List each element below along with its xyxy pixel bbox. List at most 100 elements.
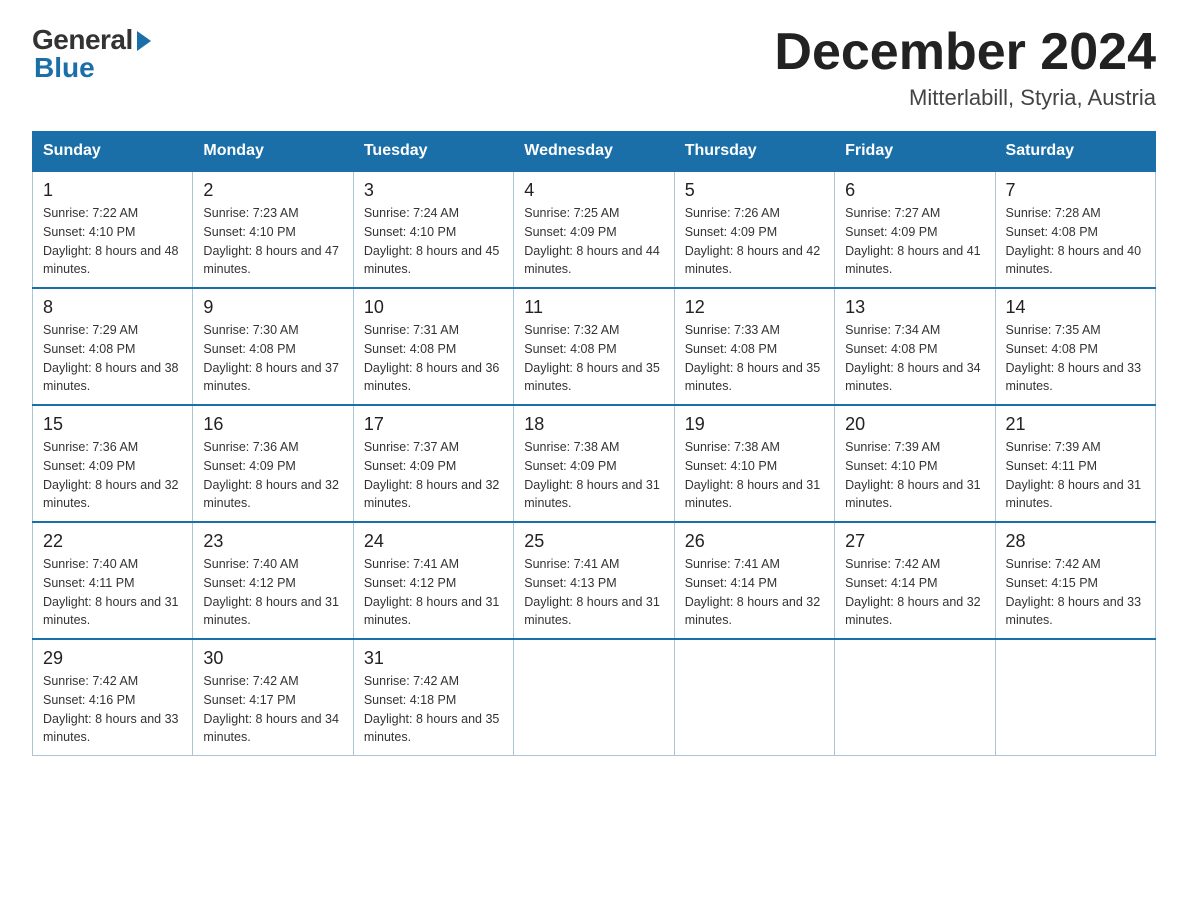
day-number: 11 xyxy=(524,297,663,318)
calendar-cell: 20 Sunrise: 7:39 AM Sunset: 4:10 PM Dayl… xyxy=(835,405,995,522)
day-info: Sunrise: 7:38 AM Sunset: 4:10 PM Dayligh… xyxy=(685,438,824,513)
day-number: 31 xyxy=(364,648,503,669)
day-info: Sunrise: 7:29 AM Sunset: 4:08 PM Dayligh… xyxy=(43,321,182,396)
calendar-cell: 9 Sunrise: 7:30 AM Sunset: 4:08 PM Dayli… xyxy=(193,288,353,405)
day-number: 14 xyxy=(1006,297,1145,318)
day-number: 8 xyxy=(43,297,182,318)
calendar-cell: 21 Sunrise: 7:39 AM Sunset: 4:11 PM Dayl… xyxy=(995,405,1155,522)
calendar-week-row: 1 Sunrise: 7:22 AM Sunset: 4:10 PM Dayli… xyxy=(33,171,1156,288)
day-info: Sunrise: 7:33 AM Sunset: 4:08 PM Dayligh… xyxy=(685,321,824,396)
calendar-cell: 7 Sunrise: 7:28 AM Sunset: 4:08 PM Dayli… xyxy=(995,171,1155,288)
page-header: General Blue December 2024 Mitterlabill,… xyxy=(32,24,1156,111)
day-number: 13 xyxy=(845,297,984,318)
day-info: Sunrise: 7:26 AM Sunset: 4:09 PM Dayligh… xyxy=(685,204,824,279)
day-info: Sunrise: 7:41 AM Sunset: 4:12 PM Dayligh… xyxy=(364,555,503,630)
calendar-cell: 1 Sunrise: 7:22 AM Sunset: 4:10 PM Dayli… xyxy=(33,171,193,288)
logo-blue-text: Blue xyxy=(32,52,95,84)
calendar-cell: 24 Sunrise: 7:41 AM Sunset: 4:12 PM Dayl… xyxy=(353,522,513,639)
calendar-cell: 15 Sunrise: 7:36 AM Sunset: 4:09 PM Dayl… xyxy=(33,405,193,522)
calendar-cell: 25 Sunrise: 7:41 AM Sunset: 4:13 PM Dayl… xyxy=(514,522,674,639)
header-wednesday: Wednesday xyxy=(514,132,674,172)
day-info: Sunrise: 7:41 AM Sunset: 4:14 PM Dayligh… xyxy=(685,555,824,630)
header-tuesday: Tuesday xyxy=(353,132,513,172)
calendar-cell: 16 Sunrise: 7:36 AM Sunset: 4:09 PM Dayl… xyxy=(193,405,353,522)
calendar-cell: 4 Sunrise: 7:25 AM Sunset: 4:09 PM Dayli… xyxy=(514,171,674,288)
calendar-cell: 10 Sunrise: 7:31 AM Sunset: 4:08 PM Dayl… xyxy=(353,288,513,405)
calendar-cell xyxy=(514,639,674,756)
header-thursday: Thursday xyxy=(674,132,834,172)
day-number: 21 xyxy=(1006,414,1145,435)
day-info: Sunrise: 7:37 AM Sunset: 4:09 PM Dayligh… xyxy=(364,438,503,513)
day-number: 9 xyxy=(203,297,342,318)
calendar-cell: 12 Sunrise: 7:33 AM Sunset: 4:08 PM Dayl… xyxy=(674,288,834,405)
logo-arrow-icon xyxy=(137,31,151,51)
day-number: 20 xyxy=(845,414,984,435)
calendar-cell: 28 Sunrise: 7:42 AM Sunset: 4:15 PM Dayl… xyxy=(995,522,1155,639)
day-number: 19 xyxy=(685,414,824,435)
day-number: 30 xyxy=(203,648,342,669)
calendar-cell: 29 Sunrise: 7:42 AM Sunset: 4:16 PM Dayl… xyxy=(33,639,193,756)
day-number: 29 xyxy=(43,648,182,669)
day-info: Sunrise: 7:42 AM Sunset: 4:15 PM Dayligh… xyxy=(1006,555,1145,630)
day-info: Sunrise: 7:36 AM Sunset: 4:09 PM Dayligh… xyxy=(203,438,342,513)
day-number: 27 xyxy=(845,531,984,552)
day-info: Sunrise: 7:42 AM Sunset: 4:16 PM Dayligh… xyxy=(43,672,182,747)
header-saturday: Saturday xyxy=(995,132,1155,172)
header-sunday: Sunday xyxy=(33,132,193,172)
day-number: 3 xyxy=(364,180,503,201)
day-info: Sunrise: 7:22 AM Sunset: 4:10 PM Dayligh… xyxy=(43,204,182,279)
logo: General Blue xyxy=(32,24,151,84)
calendar-cell xyxy=(835,639,995,756)
day-info: Sunrise: 7:28 AM Sunset: 4:08 PM Dayligh… xyxy=(1006,204,1145,279)
day-info: Sunrise: 7:34 AM Sunset: 4:08 PM Dayligh… xyxy=(845,321,984,396)
day-info: Sunrise: 7:39 AM Sunset: 4:11 PM Dayligh… xyxy=(1006,438,1145,513)
day-number: 25 xyxy=(524,531,663,552)
day-info: Sunrise: 7:42 AM Sunset: 4:18 PM Dayligh… xyxy=(364,672,503,747)
day-info: Sunrise: 7:24 AM Sunset: 4:10 PM Dayligh… xyxy=(364,204,503,279)
header-monday: Monday xyxy=(193,132,353,172)
location-title: Mitterlabill, Styria, Austria xyxy=(774,85,1156,111)
day-info: Sunrise: 7:32 AM Sunset: 4:08 PM Dayligh… xyxy=(524,321,663,396)
calendar-cell: 19 Sunrise: 7:38 AM Sunset: 4:10 PM Dayl… xyxy=(674,405,834,522)
header-friday: Friday xyxy=(835,132,995,172)
day-number: 1 xyxy=(43,180,182,201)
day-info: Sunrise: 7:39 AM Sunset: 4:10 PM Dayligh… xyxy=(845,438,984,513)
day-number: 4 xyxy=(524,180,663,201)
calendar-cell xyxy=(995,639,1155,756)
day-info: Sunrise: 7:31 AM Sunset: 4:08 PM Dayligh… xyxy=(364,321,503,396)
day-number: 7 xyxy=(1006,180,1145,201)
calendar-cell: 23 Sunrise: 7:40 AM Sunset: 4:12 PM Dayl… xyxy=(193,522,353,639)
calendar-cell: 17 Sunrise: 7:37 AM Sunset: 4:09 PM Dayl… xyxy=(353,405,513,522)
day-info: Sunrise: 7:41 AM Sunset: 4:13 PM Dayligh… xyxy=(524,555,663,630)
day-info: Sunrise: 7:27 AM Sunset: 4:09 PM Dayligh… xyxy=(845,204,984,279)
calendar-cell: 31 Sunrise: 7:42 AM Sunset: 4:18 PM Dayl… xyxy=(353,639,513,756)
calendar-cell: 11 Sunrise: 7:32 AM Sunset: 4:08 PM Dayl… xyxy=(514,288,674,405)
calendar-cell: 27 Sunrise: 7:42 AM Sunset: 4:14 PM Dayl… xyxy=(835,522,995,639)
calendar-cell: 8 Sunrise: 7:29 AM Sunset: 4:08 PM Dayli… xyxy=(33,288,193,405)
calendar-cell: 26 Sunrise: 7:41 AM Sunset: 4:14 PM Dayl… xyxy=(674,522,834,639)
calendar-week-row: 8 Sunrise: 7:29 AM Sunset: 4:08 PM Dayli… xyxy=(33,288,1156,405)
calendar-cell: 30 Sunrise: 7:42 AM Sunset: 4:17 PM Dayl… xyxy=(193,639,353,756)
calendar-week-row: 22 Sunrise: 7:40 AM Sunset: 4:11 PM Dayl… xyxy=(33,522,1156,639)
day-number: 16 xyxy=(203,414,342,435)
day-number: 6 xyxy=(845,180,984,201)
day-number: 18 xyxy=(524,414,663,435)
calendar-table: SundayMondayTuesdayWednesdayThursdayFrid… xyxy=(32,131,1156,756)
calendar-cell: 3 Sunrise: 7:24 AM Sunset: 4:10 PM Dayli… xyxy=(353,171,513,288)
day-info: Sunrise: 7:35 AM Sunset: 4:08 PM Dayligh… xyxy=(1006,321,1145,396)
calendar-header-row: SundayMondayTuesdayWednesdayThursdayFrid… xyxy=(33,132,1156,172)
day-number: 22 xyxy=(43,531,182,552)
day-info: Sunrise: 7:42 AM Sunset: 4:14 PM Dayligh… xyxy=(845,555,984,630)
day-number: 5 xyxy=(685,180,824,201)
day-info: Sunrise: 7:23 AM Sunset: 4:10 PM Dayligh… xyxy=(203,204,342,279)
calendar-week-row: 29 Sunrise: 7:42 AM Sunset: 4:16 PM Dayl… xyxy=(33,639,1156,756)
day-info: Sunrise: 7:40 AM Sunset: 4:12 PM Dayligh… xyxy=(203,555,342,630)
calendar-cell: 2 Sunrise: 7:23 AM Sunset: 4:10 PM Dayli… xyxy=(193,171,353,288)
month-title: December 2024 xyxy=(774,24,1156,81)
calendar-week-row: 15 Sunrise: 7:36 AM Sunset: 4:09 PM Dayl… xyxy=(33,405,1156,522)
calendar-cell: 13 Sunrise: 7:34 AM Sunset: 4:08 PM Dayl… xyxy=(835,288,995,405)
day-info: Sunrise: 7:30 AM Sunset: 4:08 PM Dayligh… xyxy=(203,321,342,396)
day-number: 28 xyxy=(1006,531,1145,552)
calendar-cell: 14 Sunrise: 7:35 AM Sunset: 4:08 PM Dayl… xyxy=(995,288,1155,405)
day-number: 15 xyxy=(43,414,182,435)
